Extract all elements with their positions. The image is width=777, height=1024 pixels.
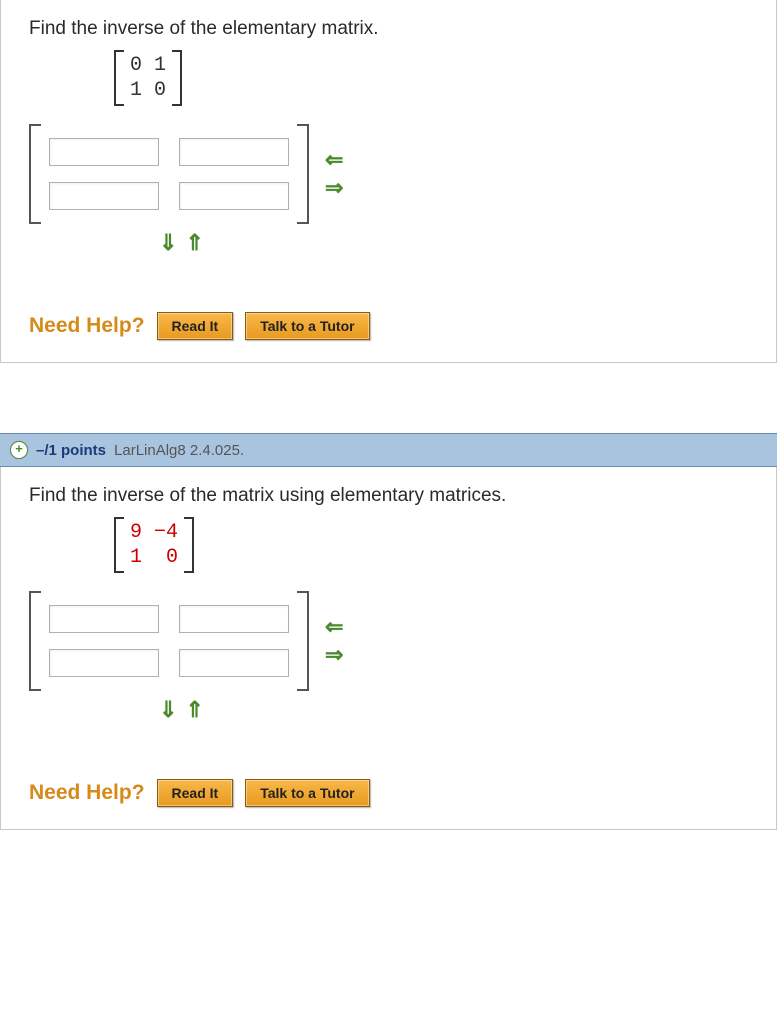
need-help-label: Need Help? (29, 781, 145, 805)
answer-cell-1-2[interactable] (179, 605, 289, 633)
question-prompt: Find the inverse of the elementary matri… (29, 18, 748, 40)
points-label: –/1 points (36, 442, 106, 459)
remove-column-icon[interactable]: ⇐ (325, 616, 343, 638)
answer-cell-1-1[interactable] (49, 605, 159, 633)
question-prompt: Find the inverse of the matrix using ele… (29, 485, 748, 507)
answer-cell-1-2[interactable] (179, 138, 289, 166)
need-help-row: Need Help? Read It Talk to a Tutor (29, 312, 748, 340)
add-row-icon[interactable]: ⇓ (159, 699, 177, 721)
source-label: LarLinAlg8 2.4.025. (114, 442, 244, 459)
bracket-left (114, 50, 124, 106)
answer-bracket-right (297, 124, 309, 224)
bracket-right (184, 517, 194, 573)
question-header: + –/1 points LarLinAlg8 2.4.025. (0, 433, 777, 467)
need-help-row: Need Help? Read It Talk to a Tutor (29, 779, 748, 807)
bracket-right (172, 50, 182, 106)
answer-cell-2-2[interactable] (179, 649, 289, 677)
given-matrix: 9 −4 1 0 (114, 517, 194, 573)
answer-cell-2-1[interactable] (49, 649, 159, 677)
question-1: Find the inverse of the elementary matri… (0, 0, 777, 363)
answer-bracket-left (29, 591, 41, 691)
given-matrix: 0 1 1 0 (114, 50, 182, 106)
answer-matrix: ⇐ ⇒ (29, 124, 748, 224)
add-column-icon[interactable]: ⇒ (325, 177, 343, 199)
answer-cell-1-1[interactable] (49, 138, 159, 166)
answer-matrix: ⇐ ⇒ (29, 591, 748, 691)
matrix-body: 9 −4 1 0 (124, 517, 184, 573)
remove-row-icon[interactable]: ⇑ (185, 232, 203, 254)
expand-icon[interactable]: + (10, 441, 28, 459)
read-it-button[interactable]: Read It (157, 312, 234, 340)
answer-cell-2-1[interactable] (49, 182, 159, 210)
bracket-left (114, 517, 124, 573)
remove-row-icon[interactable]: ⇑ (185, 699, 203, 721)
talk-to-tutor-button[interactable]: Talk to a Tutor (245, 779, 369, 807)
matrix-body: 0 1 1 0 (124, 50, 172, 106)
answer-cell-2-2[interactable] (179, 182, 289, 210)
add-row-icon[interactable]: ⇓ (159, 232, 177, 254)
question-2: Find the inverse of the matrix using ele… (0, 467, 777, 830)
answer-bracket-right (297, 591, 309, 691)
remove-column-icon[interactable]: ⇐ (325, 149, 343, 171)
need-help-label: Need Help? (29, 314, 145, 338)
answer-bracket-left (29, 124, 41, 224)
talk-to-tutor-button[interactable]: Talk to a Tutor (245, 312, 369, 340)
read-it-button[interactable]: Read It (157, 779, 234, 807)
add-column-icon[interactable]: ⇒ (325, 644, 343, 666)
